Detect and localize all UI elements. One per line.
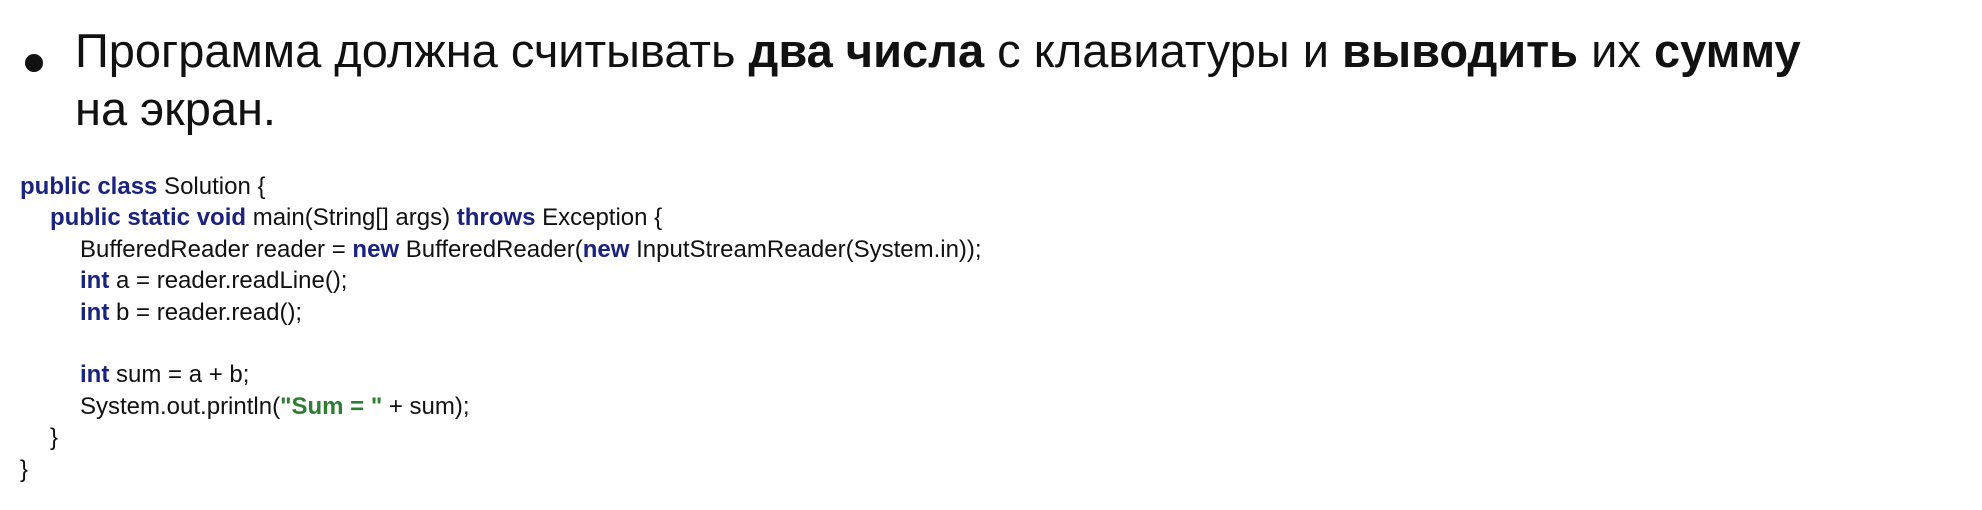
closing-brace: } — [50, 424, 59, 452]
code-text: main(String[] args) — [246, 204, 457, 232]
code-line-8: System.out.println("Sum = " + sum); — [20, 391, 982, 422]
bullet-icon — [25, 54, 43, 72]
code-text: + sum); — [382, 392, 470, 420]
code-line-3: BufferedReader reader = new BufferedRead… — [20, 234, 982, 265]
string-literal: "Sum = " — [280, 392, 383, 420]
task-text-line2: на экран. — [75, 82, 276, 135]
code-text: Exception { — [535, 204, 663, 232]
code-line-1: public class Solution { — [20, 171, 982, 202]
keyword: int — [80, 361, 110, 389]
code-line-4: int a = reader.readLine(); — [20, 265, 982, 296]
task-text: Программа должна считывать два числа с к… — [75, 22, 1965, 138]
keyword: public class — [20, 173, 158, 200]
code-text: Solution { — [157, 173, 266, 200]
code-text: BufferedReader( — [399, 235, 583, 263]
task-text-bold-sum: сумму — [1653, 24, 1801, 77]
code-text: a = reader.readLine(); — [109, 267, 348, 295]
task-text-part: их — [1578, 24, 1654, 77]
task-text-bold-two-numbers: два числа — [748, 24, 985, 77]
code-text: BufferedReader reader = — [80, 235, 353, 263]
code-line-9: } — [20, 422, 982, 453]
closing-brace: } — [20, 455, 29, 483]
code-block: public class Solution { public static vo… — [20, 171, 982, 485]
keyword: public static void — [50, 204, 247, 232]
keyword: int — [80, 298, 110, 326]
task-text-bold-output: выводить — [1342, 24, 1579, 77]
code-text: InputStreamReader(System.in)); — [629, 235, 982, 263]
code-text: sum = a + b; — [109, 361, 250, 389]
keyword: new — [582, 235, 630, 263]
task-text-part: с клавиатуры и — [984, 24, 1343, 77]
code-text: System.out.println( — [80, 392, 281, 420]
keyword: new — [352, 235, 400, 263]
code-line-2: public static void main(String[] args) t… — [20, 202, 982, 233]
keyword: int — [80, 267, 110, 295]
code-text: b = reader.read(); — [109, 298, 303, 326]
code-line-5: int b = reader.read(); — [20, 297, 982, 328]
code-line-7: int sum = a + b; — [20, 359, 982, 390]
code-line-10: } — [20, 454, 982, 485]
keyword: throws — [456, 204, 536, 232]
task-text-part: Программа должна считывать — [75, 24, 749, 77]
